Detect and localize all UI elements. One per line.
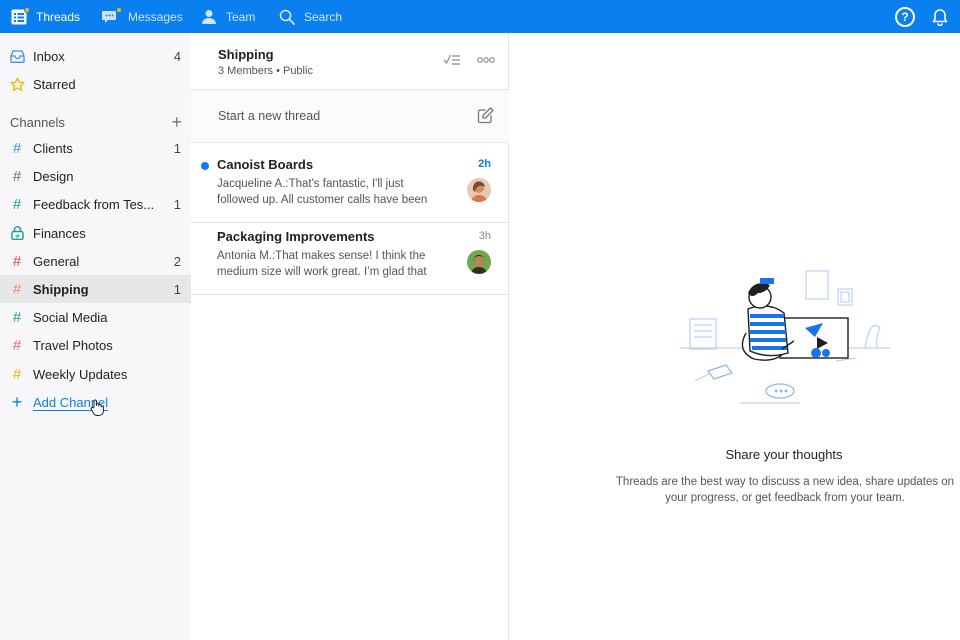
sidebar-item-label: General	[33, 253, 80, 269]
sidebar-item-inbox[interactable]: Inbox 4	[0, 42, 191, 70]
thread-time: 2h	[478, 158, 491, 170]
lock-icon: #	[9, 226, 25, 240]
unread-count: 1	[173, 140, 181, 156]
channel-tools	[443, 53, 495, 67]
thread-list-panel: Shipping 3 Members • Public Start a new …	[191, 33, 509, 640]
sidebar-item-label: Starred	[33, 76, 76, 92]
hash-icon: #	[12, 336, 22, 354]
sidebar-item-clients[interactable]: # Clients 1	[0, 134, 191, 162]
compose-icon[interactable]	[477, 106, 495, 129]
channels-heading: Channels	[10, 114, 65, 130]
plus-icon: +	[11, 391, 23, 412]
unread-count: 1	[173, 196, 181, 212]
share-thoughts-illustration	[670, 263, 900, 428]
nav-messages-label: Messages	[128, 9, 183, 24]
sidebar-item-label: Social Media	[33, 309, 108, 325]
nav-threads-label: Threads	[36, 9, 81, 24]
unread-count: 1	[173, 281, 181, 297]
bell-icon[interactable]	[931, 8, 949, 26]
mark-all-read-icon[interactable]	[443, 53, 461, 67]
top-right-actions: ?	[895, 0, 960, 33]
sidebar-item-label: Travel Photos	[33, 337, 113, 353]
sidebar-item-weekly-updates[interactable]: # Weekly Updates	[0, 360, 191, 388]
channel-subtitle: 3 Members • Public	[218, 65, 313, 77]
new-thread-input[interactable]: Start a new thread	[191, 90, 509, 143]
hash-icon: #	[12, 280, 22, 298]
sidebar-item-label: Weekly Updates	[33, 366, 128, 382]
hand-cursor-icon	[90, 399, 104, 421]
sidebar-item-travel-photos[interactable]: # Travel Photos	[0, 331, 191, 359]
add-channel-plus-icon[interactable]: +	[171, 113, 182, 131]
empty-state-title: Share your thoughts	[725, 447, 843, 462]
sidebar-item-label: Shipping	[33, 281, 89, 297]
more-options-icon[interactable]	[477, 57, 495, 63]
notification-dot	[24, 6, 30, 13]
sidebar-item-label: Finances	[33, 225, 86, 241]
nav-team-label: Team	[226, 9, 256, 24]
star-icon	[9, 76, 25, 92]
hash-icon: #	[12, 139, 22, 157]
channel-title: Shipping	[218, 47, 274, 62]
new-thread-placeholder: Start a new thread	[218, 109, 321, 123]
unread-count: 2	[173, 253, 181, 269]
unread-dot	[201, 162, 209, 170]
sidebar-item-label: Design	[33, 168, 74, 184]
nav-search[interactable]: Search	[268, 0, 358, 33]
thread-detail-panel: Share your thoughts Threads are the best…	[510, 33, 960, 640]
hash-icon: #	[12, 252, 22, 270]
top-nav-bar: Threads Messages Team Search ?	[0, 0, 960, 33]
thread-title: Canoist Boards	[217, 157, 314, 172]
hash-icon: #	[12, 195, 22, 213]
sidebar-item-label: Inbox	[33, 48, 65, 64]
unread-count: 4	[173, 48, 181, 64]
channel-header: Shipping 3 Members • Public	[191, 33, 509, 90]
channels-section-header: Channels +	[10, 112, 182, 132]
sidebar-item-feedback[interactable]: # Feedback from Tes... 1	[0, 190, 191, 218]
svg-text:#: #	[14, 233, 19, 240]
nav-messages[interactable]: Messages	[92, 0, 184, 33]
nav-team[interactable]: Team	[190, 0, 270, 33]
search-icon	[278, 8, 296, 26]
notification-dot	[116, 6, 122, 13]
sidebar-item-label: Clients	[33, 140, 73, 156]
thread-item-packaging-improvements[interactable]: Packaging Improvements 3h Antonia M.:Tha…	[191, 223, 509, 295]
thread-title: Packaging Improvements	[217, 229, 375, 244]
sidebar-item-general[interactable]: # General 2	[0, 247, 191, 275]
avatar	[467, 250, 491, 274]
hash-icon: #	[12, 365, 22, 383]
thread-snippet: Jacqueline A.:That's fantastic, I'll jus…	[217, 178, 428, 206]
sidebar: Inbox 4 Starred Channels + # Clients 1 #…	[0, 33, 191, 640]
thread-snippet: Antonia M.:That makes sense! I think the…	[217, 250, 427, 278]
person-icon	[200, 8, 218, 26]
hash-icon: #	[12, 308, 22, 326]
threads-icon	[10, 6, 30, 26]
help-icon[interactable]: ?	[895, 6, 915, 27]
messages-icon	[102, 6, 122, 26]
sidebar-item-shipping[interactable]: # Shipping 1	[0, 275, 191, 303]
avatar	[467, 178, 491, 202]
nav-threads[interactable]: Threads	[0, 0, 92, 33]
sidebar-item-social-media[interactable]: # Social Media	[0, 303, 191, 331]
sidebar-item-label: Feedback from Tes...	[33, 196, 155, 212]
sidebar-item-starred[interactable]: Starred	[0, 70, 191, 98]
empty-state-text: Threads are the best way to discuss a ne…	[615, 476, 955, 504]
inbox-icon	[9, 49, 25, 63]
sidebar-item-finances[interactable]: # Finances	[0, 219, 191, 247]
thread-item-canoist-boards[interactable]: Canoist Boards 2h Jacqueline A.:That's f…	[191, 151, 509, 223]
sidebar-item-design[interactable]: # Design	[0, 162, 191, 190]
thread-time: 3h	[478, 230, 491, 242]
nav-search-label: Search	[304, 9, 343, 24]
hash-icon: #	[12, 167, 22, 185]
